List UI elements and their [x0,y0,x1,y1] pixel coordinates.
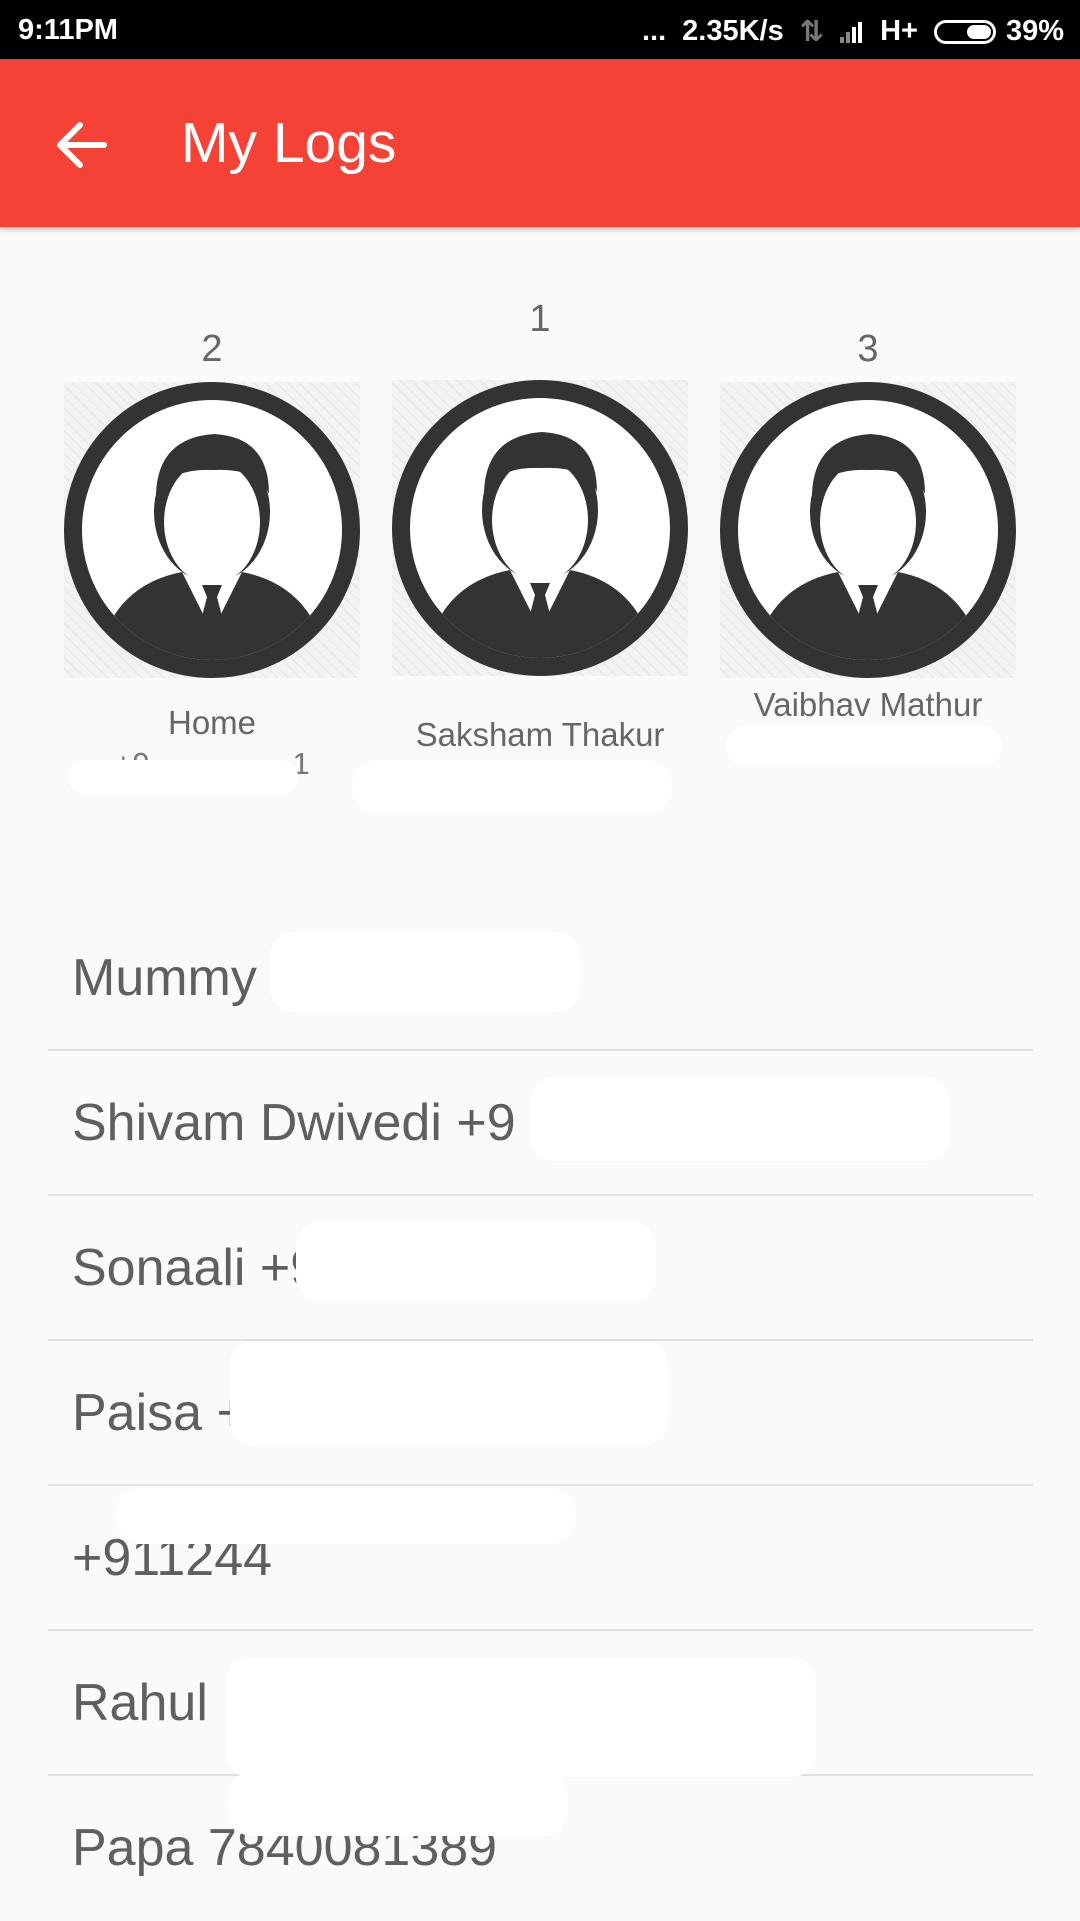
battery-icon [933,19,996,44]
person-avatar-icon [392,380,688,676]
redaction [68,760,298,794]
top-contact-3[interactable]: 3 Vaibhav Mathur [720,320,1016,790]
status-bar: 9:11PM ... 2.35K/s ⇅ H+ 39% [0,0,1080,59]
avatar [64,382,360,678]
log-text: Shivam Dwivedi +9 [72,1094,516,1152]
redaction [116,1488,576,1544]
redaction [726,726,1002,766]
status-indicators: ... 2.35K/s ⇅ H+ 39% [626,14,1064,49]
contact-name: Saksham Thakur [415,716,665,753]
log-item[interactable]: Sonaali +919 [48,1196,1033,1341]
log-item[interactable]: Paisa +91 [48,1341,1033,1486]
avatar [720,382,1016,678]
redaction [296,1222,656,1302]
redaction [352,760,672,814]
redaction [226,1657,816,1777]
data-transfer-icon: ⇅ [799,16,825,48]
person-avatar-icon [720,382,1016,678]
contact-name: Home [167,704,257,741]
redaction [230,1341,668,1445]
arrow-back-icon[interactable] [52,115,112,175]
app-bar: My Logs [0,59,1080,227]
redaction [530,1077,950,1161]
rank-label: 2 [201,328,223,370]
log-item[interactable]: Rahul Bhaiya +91 [48,1631,1033,1777]
signal-icon [840,21,864,43]
log-item[interactable]: Papa 7840081389 [48,1772,1033,1921]
redaction [228,1772,568,1836]
rank-label: 1 [529,298,551,340]
log-item[interactable]: +911244 [48,1486,1033,1631]
top-contact-2[interactable]: 2 Home +9· · · · · · · ·1 [64,320,360,794]
contact-name: Vaibhav Mathur [753,686,983,723]
notification-dots-icon: ... [642,15,667,47]
redaction [270,932,580,1012]
log-item[interactable]: Shivam Dwivedi +9 [48,1051,1033,1196]
log-item[interactable]: Mummy +91 [48,906,1033,1051]
network-type: H+ [880,15,918,47]
battery-percent: 39% [1005,15,1064,47]
avatar [392,380,688,676]
rank-label: 3 [857,328,879,370]
page-title: My Logs [181,111,397,175]
person-avatar-icon [64,382,360,678]
logs-list: Mummy +91 Shivam Dwivedi +9 Sonaali +919… [48,906,1033,1921]
status-time: 9:11PM [18,14,118,46]
network-speed: 2.35K/s [682,15,784,47]
top-contact-1[interactable]: 1 Saksham Thakur [352,290,688,830]
